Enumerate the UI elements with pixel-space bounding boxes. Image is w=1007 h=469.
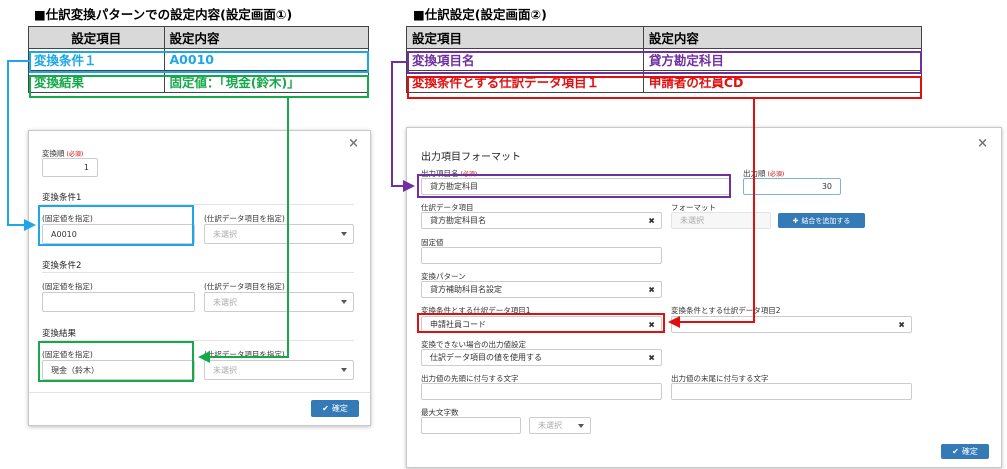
arrow-blue	[7, 60, 36, 231]
connector-arrows	[7, 60, 755, 363]
arrow-green	[198, 98, 289, 363]
arrow-purple	[391, 61, 415, 192]
arrow-red	[668, 99, 755, 328]
